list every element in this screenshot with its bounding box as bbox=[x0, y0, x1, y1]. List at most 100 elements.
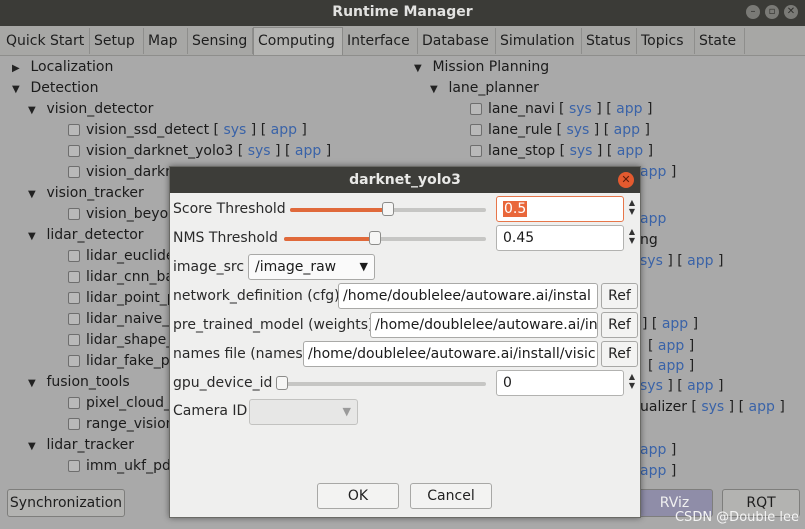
tab-database[interactable]: Database bbox=[418, 28, 496, 54]
sys-link[interactable]: sys bbox=[570, 143, 593, 159]
tab-simulation[interactable]: Simulation bbox=[496, 28, 582, 54]
tree-item-vision-ssd-detect[interactable]: vision_ssd_detect [ sys ] [ app ] bbox=[68, 120, 307, 141]
checkbox[interactable] bbox=[68, 460, 80, 472]
app-link[interactable]: app bbox=[640, 211, 666, 227]
tree-item-pixel-cloud[interactable]: pixel_cloud_ bbox=[68, 393, 171, 414]
score-threshold-spinbox[interactable]: 0.5 bbox=[496, 196, 624, 222]
checkbox[interactable] bbox=[470, 103, 482, 115]
checkbox[interactable] bbox=[470, 145, 482, 157]
app-link[interactable]: app bbox=[658, 358, 684, 374]
tab-topics[interactable]: Topics bbox=[637, 28, 695, 54]
collapse-icon[interactable]: ▼ bbox=[28, 226, 42, 247]
collapse-icon[interactable]: ▼ bbox=[28, 100, 42, 121]
sys-link[interactable]: sys bbox=[701, 399, 724, 415]
tree-item-lidar-detector[interactable]: ▼ lidar_detector bbox=[28, 225, 144, 246]
collapse-icon[interactable]: ▼ bbox=[28, 184, 42, 205]
checkbox[interactable] bbox=[68, 166, 80, 178]
tree-item-imm-ukf-pd[interactable]: imm_ukf_pd bbox=[68, 456, 171, 477]
sys-link[interactable]: sys bbox=[640, 378, 663, 394]
tree-item-lidar-fake[interactable]: lidar_fake_p bbox=[68, 351, 170, 372]
tree-item-vision-detector[interactable]: ▼ vision_detector bbox=[28, 99, 153, 120]
app-link[interactable]: app bbox=[749, 399, 775, 415]
names-file-field[interactable]: /home/doublelee/autoware.ai/install/visi… bbox=[303, 341, 598, 367]
spin-arrows-icon[interactable]: ▲ ▼ bbox=[627, 198, 637, 216]
gpu-device-id-slider[interactable] bbox=[276, 376, 486, 390]
checkbox[interactable] bbox=[68, 313, 80, 325]
collapse-icon[interactable]: ▼ bbox=[28, 373, 42, 394]
tab-map[interactable]: Map bbox=[144, 28, 188, 54]
tree-item-vision-darkn[interactable]: vision_darkn bbox=[68, 162, 174, 183]
tree-item-lidar-naive[interactable]: lidar_naive_l bbox=[68, 309, 173, 330]
pre-trained-model-field[interactable]: /home/doublelee/autoware.ai/in bbox=[370, 312, 598, 338]
checkbox[interactable] bbox=[68, 355, 80, 367]
tree-item-lidar-tracker[interactable]: ▼ lidar_tracker bbox=[28, 435, 134, 456]
app-link[interactable]: app bbox=[640, 463, 666, 479]
app-link[interactable]: app bbox=[617, 143, 643, 159]
tree-item-vision-darknet-yolo3[interactable]: vision_darknet_yolo3 [ sys ] [ app ] bbox=[68, 141, 331, 162]
tree-item-detection[interactable]: ▼ Detection bbox=[12, 78, 98, 99]
pre-trained-model-ref-button[interactable]: Ref bbox=[601, 312, 638, 338]
tree-item-mission-planning[interactable]: ▼ Mission Planning bbox=[414, 57, 549, 78]
app-link[interactable]: app bbox=[616, 101, 642, 117]
collapse-icon[interactable]: ▼ bbox=[12, 79, 26, 100]
checkbox[interactable] bbox=[68, 397, 80, 409]
tree-item-lidar-point[interactable]: lidar_point_p bbox=[68, 288, 176, 309]
checkbox[interactable] bbox=[68, 250, 80, 262]
tab-computing[interactable]: Computing bbox=[253, 27, 343, 55]
maximize-icon[interactable]: ▫ bbox=[765, 5, 779, 19]
sys-link[interactable]: sys bbox=[248, 143, 271, 159]
tree-item-fusion-tools[interactable]: ▼ fusion_tools bbox=[28, 372, 130, 393]
app-link[interactable]: app bbox=[640, 164, 666, 180]
tree-item-lane-rule[interactable]: lane_rule [ sys ] [ app ] bbox=[470, 120, 650, 141]
sys-link[interactable]: sys bbox=[569, 101, 592, 117]
tab-interface[interactable]: Interface bbox=[343, 28, 418, 54]
spin-arrows-icon[interactable]: ▲ ▼ bbox=[627, 227, 637, 245]
tree-item-range-vision[interactable]: range_vision bbox=[68, 414, 175, 435]
camera-id-combobox[interactable]: ▼ bbox=[249, 399, 358, 425]
checkbox[interactable] bbox=[470, 124, 482, 136]
nms-threshold-spinbox[interactable]: 0.45 bbox=[496, 225, 624, 251]
app-link[interactable]: app bbox=[658, 338, 684, 354]
network-definition-ref-button[interactable]: Ref bbox=[601, 283, 638, 309]
app-link[interactable]: app bbox=[662, 316, 688, 332]
ok-button[interactable]: OK bbox=[317, 483, 399, 509]
tree-item-lidar-shape[interactable]: lidar_shape_ bbox=[68, 330, 173, 351]
tree-item-vision-tracker[interactable]: ▼ vision_tracker bbox=[28, 183, 144, 204]
collapse-icon[interactable]: ▼ bbox=[28, 436, 42, 457]
tree-item-lidar-cnn[interactable]: lidar_cnn_ba bbox=[68, 267, 174, 288]
collapse-icon[interactable]: ▼ bbox=[430, 79, 444, 100]
cancel-button[interactable]: Cancel bbox=[410, 483, 492, 509]
gpu-device-id-spinbox[interactable]: 0 bbox=[496, 370, 624, 396]
checkbox[interactable] bbox=[68, 124, 80, 136]
image-src-combobox[interactable]: /image_raw ▼ bbox=[248, 254, 375, 280]
tree-item-vision-beyo[interactable]: vision_beyor bbox=[68, 204, 174, 225]
checkbox[interactable] bbox=[68, 208, 80, 220]
tab-status[interactable]: Status bbox=[582, 28, 637, 54]
tab-sensing[interactable]: Sensing bbox=[188, 28, 253, 54]
tree-item-lane-stop[interactable]: lane_stop [ sys ] [ app ] bbox=[470, 141, 653, 162]
tree-item-lane-navi[interactable]: lane_navi [ sys ] [ app ] bbox=[470, 99, 652, 120]
tab-quick-start[interactable]: Quick Start bbox=[2, 28, 90, 54]
app-link[interactable]: app bbox=[614, 122, 640, 138]
network-definition-field[interactable]: /home/doublelee/autoware.ai/instal bbox=[338, 283, 598, 309]
tree-item-localization[interactable]: ▶ Localization bbox=[12, 57, 113, 78]
sys-link[interactable]: sys bbox=[566, 122, 589, 138]
app-link[interactable]: app bbox=[271, 122, 297, 138]
dialog-close-icon[interactable]: ✕ bbox=[618, 172, 634, 188]
close-icon[interactable]: ✕ bbox=[784, 5, 798, 19]
spin-arrows-icon[interactable]: ▲ ▼ bbox=[627, 372, 637, 390]
expand-icon[interactable]: ▶ bbox=[12, 58, 26, 79]
nms-threshold-slider[interactable] bbox=[284, 231, 486, 245]
synchronization-button[interactable]: Synchronization bbox=[7, 489, 125, 517]
sys-link[interactable]: sys bbox=[640, 253, 663, 269]
slider-handle[interactable] bbox=[276, 376, 288, 390]
app-link[interactable]: app bbox=[295, 143, 321, 159]
app-link[interactable]: app bbox=[687, 253, 713, 269]
tree-item-lane-planner[interactable]: ▼ lane_planner bbox=[430, 78, 539, 99]
checkbox[interactable] bbox=[68, 418, 80, 430]
app-link[interactable]: app bbox=[687, 378, 713, 394]
checkbox[interactable] bbox=[68, 334, 80, 346]
slider-handle[interactable] bbox=[369, 231, 381, 245]
sys-link[interactable]: sys bbox=[223, 122, 246, 138]
checkbox[interactable] bbox=[68, 271, 80, 283]
